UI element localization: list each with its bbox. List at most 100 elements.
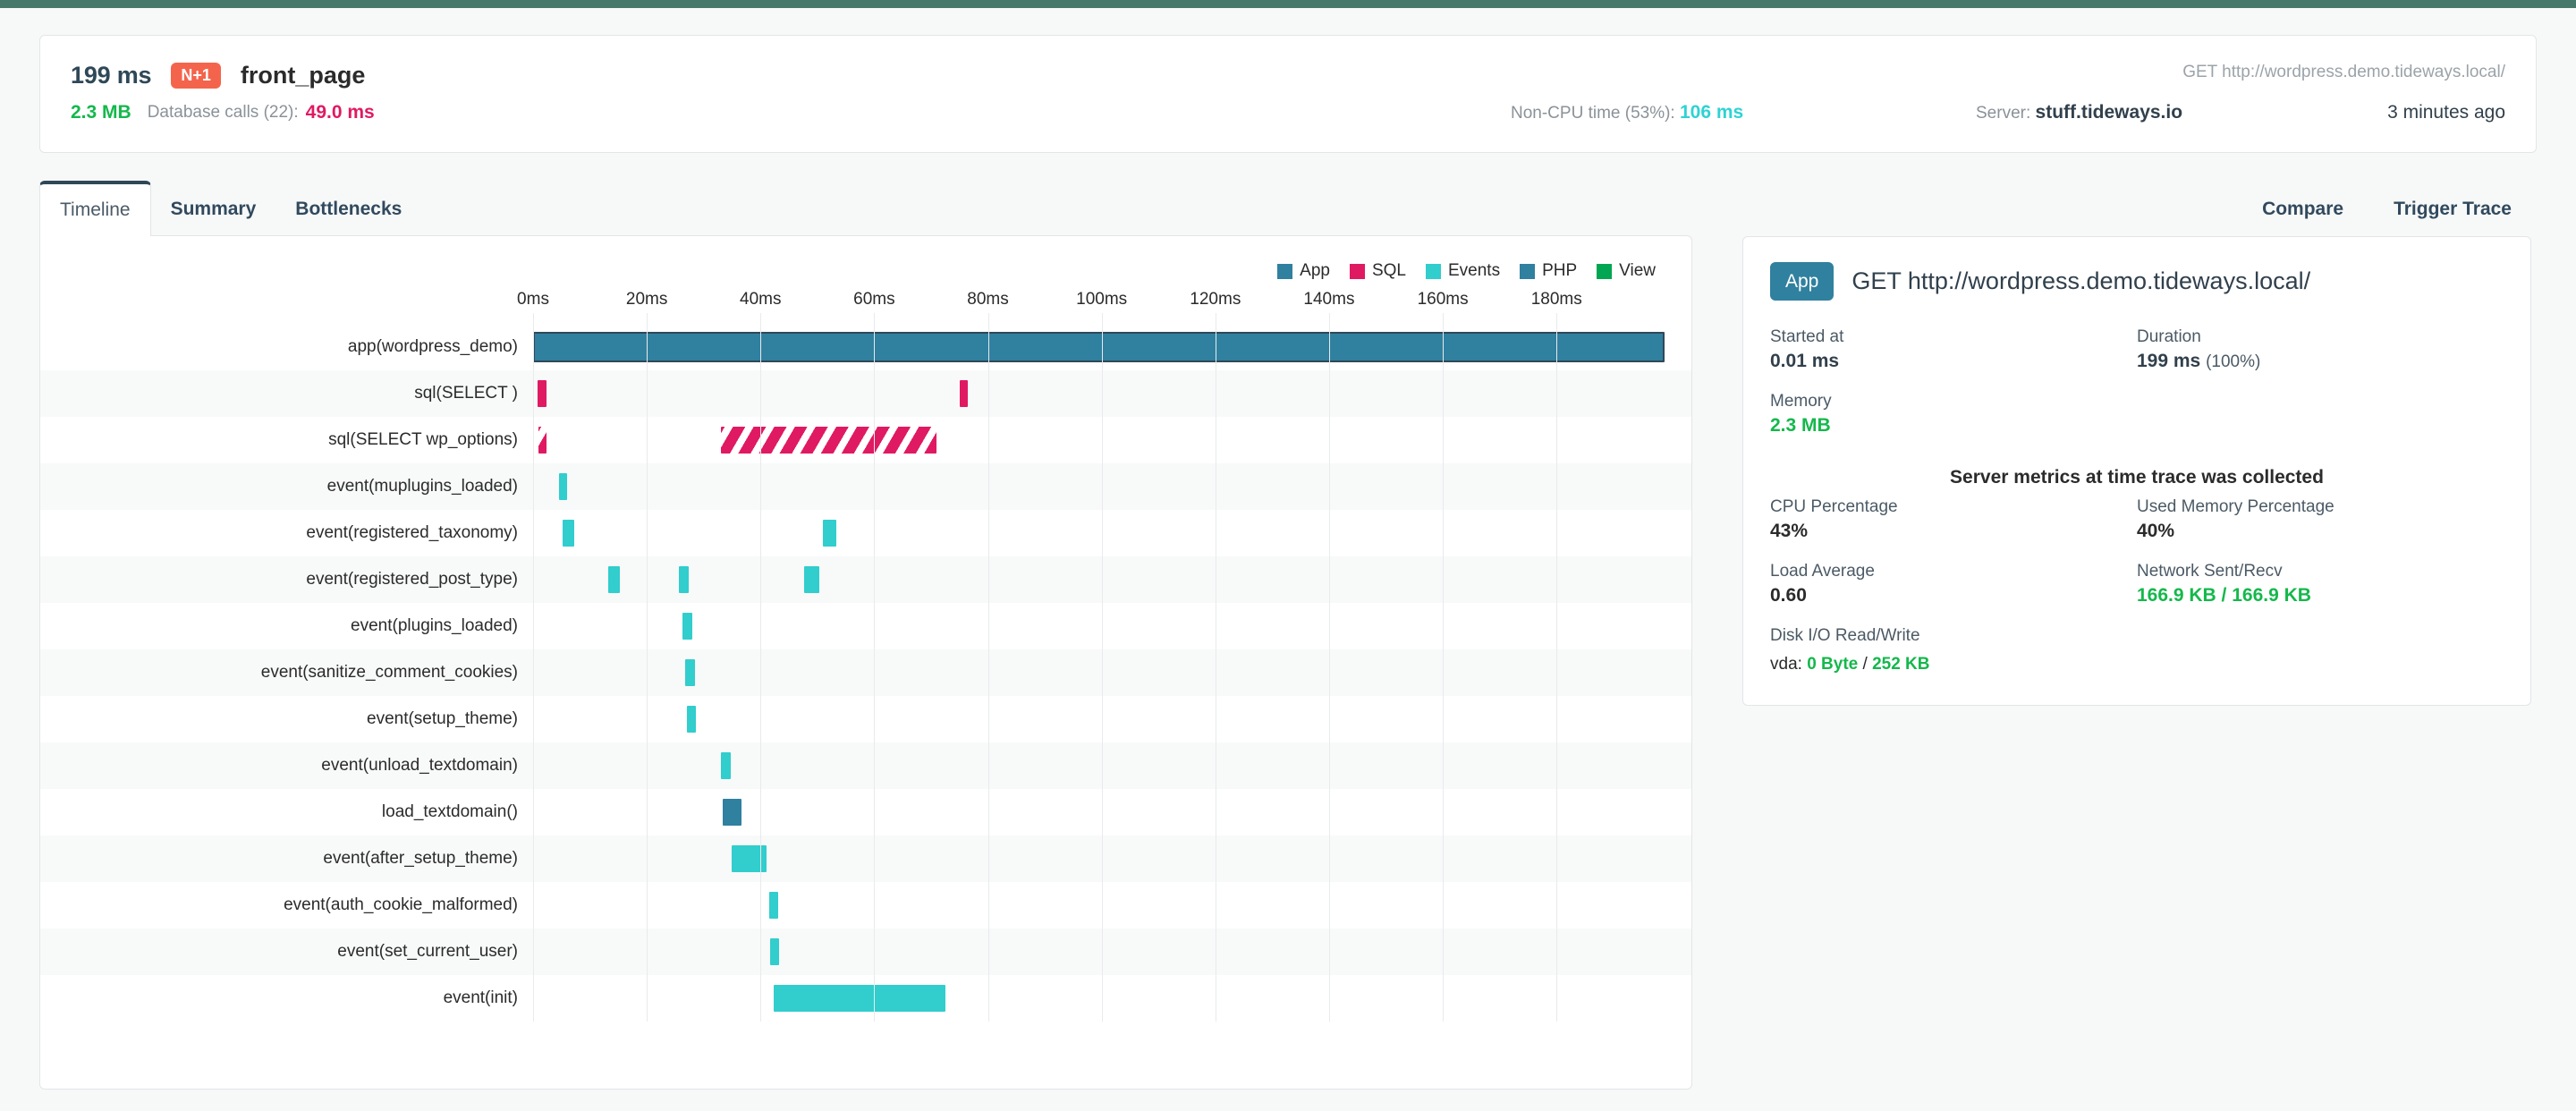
n-plus-one-badge[interactable]: N+1 [171, 62, 221, 89]
disk-io-value: vda: 0 Byte / 252 KB [1770, 649, 2137, 674]
timeline-span-bar[interactable] [769, 892, 778, 919]
timeline-span-bar[interactable] [538, 427, 547, 454]
timeline-row-label: event(auth_cookie_malformed) [284, 895, 518, 914]
timeline-row[interactable]: sql(SELECT ) [40, 370, 1691, 417]
memory-label-spacer [2137, 379, 2504, 411]
timeline-span-bar[interactable] [563, 520, 574, 547]
timeline-span-bar[interactable] [723, 799, 741, 826]
memory-value-detail: 2.3 MB [1770, 415, 1831, 436]
timeline-row-label: event(init) [443, 988, 518, 1007]
legend-item-events[interactable]: Events [1425, 261, 1501, 281]
axis-tick-label: 100ms [1076, 290, 1128, 309]
axis-tick-label: 180ms [1530, 290, 1582, 309]
timeline-row-track [533, 417, 1665, 463]
legend-item-php[interactable]: PHP [1520, 261, 1577, 281]
chart-legend: App SQL Events PHP View [40, 236, 1691, 284]
timeline-row-label: event(registered_taxonomy) [306, 523, 518, 542]
tab-bottlenecks[interactable]: Bottlenecks [275, 183, 421, 235]
legend-swatch-icon [1520, 263, 1536, 279]
timeline-span-bar[interactable] [678, 566, 690, 593]
timeline-span-bar[interactable] [685, 659, 695, 686]
timeline-row[interactable]: app(wordpress_demo) [40, 324, 1691, 370]
legend-item-sql[interactable]: SQL [1349, 261, 1406, 281]
timeline-span-bar[interactable] [538, 380, 547, 407]
timeline-span-bar[interactable] [533, 332, 1665, 362]
disk-device: vda: [1770, 655, 1802, 674]
non-cpu-time-block: Non-CPU time (53%): 106 ms [1511, 102, 1743, 123]
legend-label: PHP [1542, 261, 1578, 280]
timeline-span-bar[interactable] [682, 613, 692, 640]
legend-label: View [1619, 261, 1656, 280]
timeline-span-bar[interactable] [559, 473, 568, 500]
tab-compare[interactable]: Compare [2237, 183, 2368, 235]
cpu-percentage-value: 43% [1770, 521, 1809, 541]
timeline-row-track [533, 789, 1665, 835]
started-at-value: 0.01 ms [1770, 351, 1840, 371]
trace-header-card: 199 ms N+1 front_page GET http://wordpre… [39, 35, 2537, 153]
disk-io-label-spacer [2137, 614, 2504, 646]
legend-label: Events [1447, 261, 1501, 280]
timeline-span-bar[interactable] [732, 845, 767, 872]
server-block: Server: stuff.tideways.io [1976, 102, 2182, 123]
duration-value-number: 199 ms [2137, 351, 2201, 371]
timeline-row-track [533, 510, 1665, 556]
disk-io-label: Disk I/O Read/Write [1770, 626, 1920, 645]
timeline-row[interactable]: event(muplugins_loaded) [40, 463, 1691, 510]
timeline-row-track [533, 882, 1665, 929]
timeline-span-bar[interactable] [823, 520, 837, 547]
memory-value: 2.3 MB [71, 102, 131, 123]
span-type-chip: App [1770, 262, 1835, 301]
timeline-row-track [533, 370, 1665, 417]
span-detail-title: GET http://wordpress.demo.tideways.local… [1852, 267, 2311, 294]
server-metrics-title: Server metrics at time trace was collect… [1950, 467, 2324, 488]
timeline-span-bar[interactable] [959, 380, 969, 407]
tab-summary[interactable]: Summary [151, 183, 276, 235]
timeline-row-label: sql(SELECT wp_options) [328, 430, 518, 449]
legend-item-view[interactable]: View [1597, 261, 1656, 281]
timeline-span-bar[interactable] [686, 706, 696, 733]
timeline-row-label: event(set_current_user) [337, 942, 518, 961]
timeline-span-bar[interactable] [607, 566, 620, 593]
app-top-accent-bar [0, 0, 2576, 8]
duration-label: Duration [2137, 327, 2201, 346]
page-container: 199 ms N+1 front_page GET http://wordpre… [0, 35, 2576, 1090]
non-cpu-time-value: 106 ms [1680, 102, 1744, 123]
timeline-row-track [533, 324, 1665, 370]
timeline-row[interactable]: event(unload_textdomain) [40, 742, 1691, 789]
tab-timeline[interactable]: Timeline [39, 181, 151, 236]
timeline-row[interactable]: sql(SELECT wp_options) [40, 417, 1691, 463]
span-detail-panel: App GET http://wordpress.demo.tideways.l… [1742, 236, 2531, 706]
timeline-row[interactable]: event(after_setup_theme) [40, 835, 1691, 882]
timeline-row[interactable]: event(registered_post_type) [40, 556, 1691, 603]
database-calls-label: Database calls (22): [147, 103, 299, 122]
used-memory-percentage-label: Used Memory Percentage [2137, 497, 2334, 516]
timeline-row[interactable]: event(init) [40, 975, 1691, 1022]
timeline-row[interactable]: event(sanitize_comment_cookies) [40, 649, 1691, 696]
tab-trigger-trace[interactable]: Trigger Trace [2368, 183, 2537, 235]
timeline-span-bar[interactable] [720, 427, 937, 454]
timeline-row[interactable]: event(registered_taxonomy) [40, 510, 1691, 556]
timeline-span-bar[interactable] [770, 938, 779, 965]
timeline-row[interactable]: event(auth_cookie_malformed) [40, 882, 1691, 929]
load-average-label: Load Average [1770, 562, 1875, 581]
timeline-row-label: event(muplugins_loaded) [326, 477, 518, 496]
timeline-row[interactable]: event(setup_theme) [40, 696, 1691, 742]
timeline-span-bar[interactable] [720, 752, 731, 779]
timeline-row[interactable]: event(set_current_user) [40, 929, 1691, 975]
disk-io-value-spacer [2137, 649, 2504, 674]
timeline-row[interactable]: event(plugins_loaded) [40, 603, 1691, 649]
legend-item-app[interactable]: App [1277, 261, 1330, 281]
legend-swatch-icon [1349, 263, 1365, 279]
timeline-span-bar[interactable] [773, 985, 945, 1012]
legend-label: SQL [1371, 261, 1406, 280]
timeline-row-track [533, 835, 1665, 882]
axis-tick-label: 160ms [1417, 290, 1469, 309]
timeline-row-track [533, 929, 1665, 975]
timeline-row-track [533, 556, 1665, 603]
legend-swatch-icon [1597, 263, 1613, 279]
timeline-span-bar[interactable] [803, 566, 820, 593]
trace-header-primary-row: 199 ms N+1 front_page GET http://wordpre… [71, 55, 2505, 95]
legend-label: App [1300, 261, 1330, 280]
timeline-row-label: event(plugins_loaded) [351, 616, 518, 635]
timeline-row[interactable]: load_textdomain() [40, 789, 1691, 835]
